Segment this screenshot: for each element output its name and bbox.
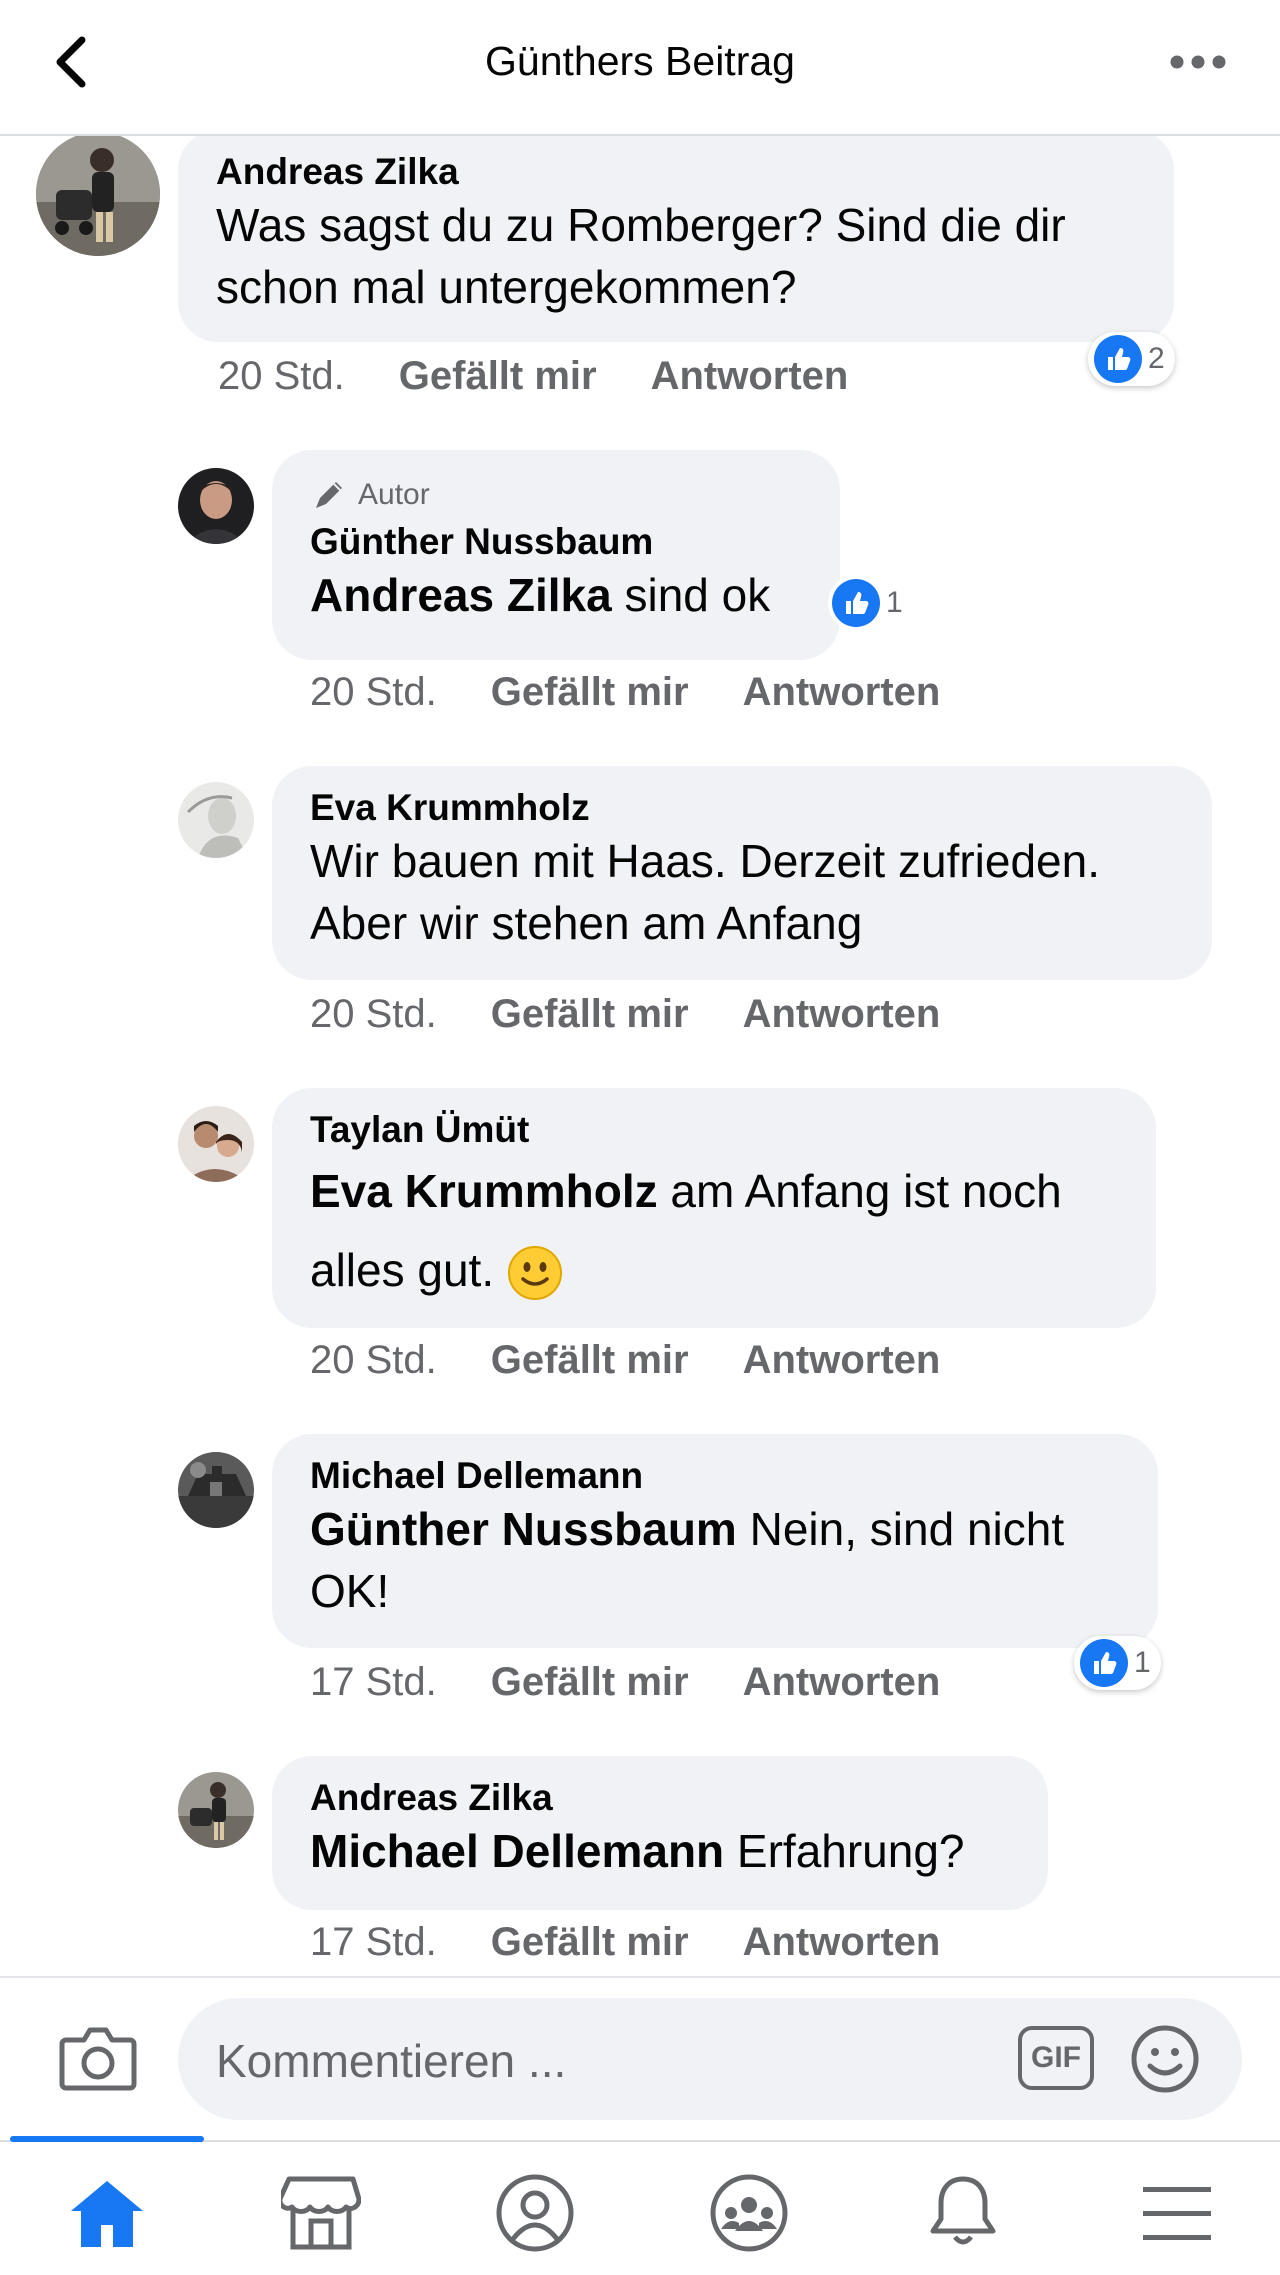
reaction-count[interactable]: 1 <box>1074 1636 1161 1690</box>
comment-bubble[interactable]: Eva Krummholz Wir bauen mit Haas. Derzei… <box>272 766 1212 980</box>
comment-time[interactable]: 20 Std. <box>310 1338 437 1383</box>
reaction-count-value: 1 <box>1134 1646 1151 1679</box>
home-icon <box>71 2181 143 2247</box>
author-badge-label: Autor <box>358 478 430 511</box>
avatar[interactable] <box>178 1452 254 1528</box>
mention[interactable]: Michael Dellemann <box>310 1825 724 1877</box>
comment-bubble[interactable]: Autor Günther Nussbaum Andreas Zilka sin… <box>272 450 840 660</box>
page-title: Günthers Beitrag <box>485 38 795 84</box>
avatar[interactable] <box>178 1772 254 1848</box>
author-badge: Autor <box>310 476 802 514</box>
like-button[interactable]: Gefällt mir <box>399 354 597 399</box>
slightly-smiling-emoji <box>507 1245 563 1301</box>
tab-home[interactable] <box>62 2168 152 2258</box>
comment-text: Erfahrung? <box>736 1825 965 1878</box>
like-icon <box>1094 335 1142 383</box>
comment-actions: 20 Std. Gefällt mir Antworten <box>310 670 940 715</box>
mention[interactable]: Andreas Zilka <box>310 569 612 621</box>
like-button[interactable]: Gefällt mir <box>491 1920 689 1965</box>
reply-button[interactable]: Antworten <box>743 992 941 1037</box>
comment-body: Michael Dellemann Erfahrung? <box>310 1820 1010 1882</box>
avatar[interactable] <box>178 468 254 544</box>
reply-button[interactable]: Antworten <box>743 1920 941 1965</box>
reaction-count[interactable]: 1 <box>826 576 913 630</box>
mention[interactable]: Eva Krummholz <box>310 1165 658 1217</box>
comment-bubble[interactable]: Michael Dellemann Günther Nussbaum Nein,… <box>272 1434 1158 1648</box>
notifications-icon <box>930 2176 996 2245</box>
comment-actions: 20 Std. Gefällt mir Antworten <box>310 1338 940 1383</box>
reply-button[interactable]: Antworten <box>743 1338 941 1383</box>
tab-notifications[interactable] <box>918 2168 1008 2258</box>
comment-text: Was sagst du zu Romberger? Sind die dir … <box>216 199 1066 314</box>
comment-body: Andreas Zilka sind ok <box>310 564 802 626</box>
comment-time[interactable]: 17 Std. <box>310 1920 437 1965</box>
avatar[interactable] <box>178 782 254 858</box>
comment-composer: Kommentieren ... GIF <box>0 1976 1280 2140</box>
menu-icon <box>1143 2187 1211 2240</box>
reply-button[interactable]: Antworten <box>743 1660 941 1705</box>
tab-groups[interactable] <box>704 2168 794 2258</box>
bottom-tab-bar <box>0 2136 1280 2275</box>
more-options-button[interactable] <box>1170 40 1236 84</box>
comment-actions: 20 Std. Gefällt mir Antworten <box>218 354 848 399</box>
comment-list: Andreas Zilka Was sagst du zu Romberger?… <box>0 136 1280 1976</box>
reply-button[interactable]: Antworten <box>651 354 849 399</box>
camera-icon <box>59 2027 137 2091</box>
reaction-count-value: 2 <box>1148 342 1165 375</box>
comment-bubble[interactable]: Andreas Zilka Was sagst du zu Romberger?… <box>178 136 1174 342</box>
comment-author[interactable]: Taylan Ümüt <box>310 1108 1118 1152</box>
comment-time[interactable]: 20 Std. <box>218 354 345 399</box>
comment-body: Günther Nussbaum Nein, sind nicht OK! <box>310 1498 1120 1622</box>
profile-icon <box>496 2174 574 2252</box>
like-button[interactable]: Gefällt mir <box>491 1660 689 1705</box>
like-icon <box>1080 1639 1128 1687</box>
reply-button[interactable]: Antworten <box>743 670 941 715</box>
emoji-button[interactable] <box>1130 2024 1200 2094</box>
tab-profile[interactable] <box>490 2168 580 2258</box>
reaction-count-value: 1 <box>886 586 903 619</box>
comment-author[interactable]: Andreas Zilka <box>310 1776 1010 1820</box>
tab-marketplace[interactable] <box>276 2168 366 2258</box>
comment-text: sind ok <box>624 569 771 622</box>
comment-actions: 17 Std. Gefällt mir Antworten <box>310 1660 940 1705</box>
comment-author[interactable]: Andreas Zilka <box>216 150 1136 194</box>
more-icon <box>1170 55 1226 69</box>
mention[interactable]: Günther Nussbaum <box>310 1503 737 1555</box>
comment-input[interactable]: Kommentieren ... GIF <box>178 1998 1242 2120</box>
gif-button[interactable]: GIF <box>1018 2026 1094 2090</box>
avatar[interactable] <box>36 136 160 256</box>
comment-actions: 17 Std. Gefällt mir Antworten <box>310 1920 940 1965</box>
top-bar: Günthers Beitrag <box>0 0 1280 136</box>
groups-icon <box>710 2174 788 2252</box>
like-icon <box>832 579 880 627</box>
comment-time[interactable]: 17 Std. <box>310 1660 437 1705</box>
smiley-icon <box>1131 2025 1199 2093</box>
tab-menu[interactable] <box>1132 2168 1222 2258</box>
like-button[interactable]: Gefällt mir <box>491 992 689 1037</box>
avatar[interactable] <box>178 1106 254 1182</box>
comment-bubble[interactable]: Andreas Zilka Michael Dellemann Erfahrun… <box>272 1756 1048 1910</box>
comment-bubble[interactable]: Taylan Ümüt Eva Krummholz am Anfang ist … <box>272 1088 1156 1328</box>
comment-author[interactable]: Michael Dellemann <box>310 1454 1120 1498</box>
comment-placeholder: Kommentieren ... <box>216 2035 567 2087</box>
active-tab-indicator <box>10 2136 204 2142</box>
comment-actions: 20 Std. Gefällt mir Antworten <box>310 992 940 1037</box>
marketplace-icon <box>281 2176 361 2250</box>
comment-author[interactable]: Eva Krummholz <box>310 786 1174 830</box>
like-button[interactable]: Gefällt mir <box>491 670 689 715</box>
comment-time[interactable]: 20 Std. <box>310 670 437 715</box>
pen-icon <box>316 482 342 508</box>
comment-body: Eva Krummholz am Anfang ist noch alles g… <box>310 1152 1118 1308</box>
comment-time[interactable]: 20 Std. <box>310 992 437 1037</box>
camera-button[interactable] <box>58 2024 138 2096</box>
like-button[interactable]: Gefällt mir <box>491 1338 689 1383</box>
comment-author[interactable]: Günther Nussbaum <box>310 520 802 564</box>
reaction-count[interactable]: 2 <box>1088 332 1175 386</box>
comment-text: Wir bauen mit Haas. Derzeit zufrieden. A… <box>310 835 1100 950</box>
